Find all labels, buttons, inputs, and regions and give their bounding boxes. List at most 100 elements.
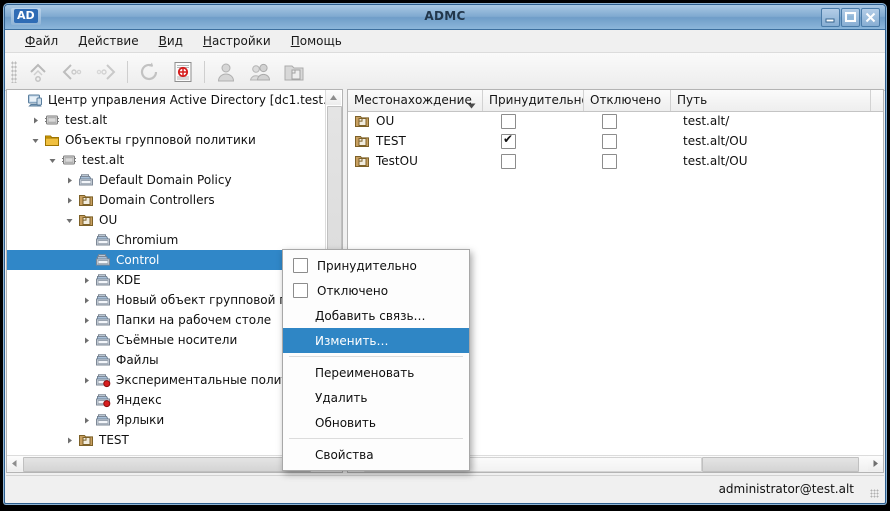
- tree-item-domain-controllers[interactable]: Domain Controllers: [7, 190, 326, 210]
- column-header-location[interactable]: Местонахождение: [348, 90, 483, 111]
- tree-expander-expanded-icon[interactable]: [28, 130, 42, 150]
- tree-expander-collapsed-icon[interactable]: [62, 190, 76, 210]
- context-menu-item-label: Переименовать: [315, 365, 415, 380]
- tree-item-test[interactable]: TEST: [7, 430, 326, 450]
- context-menu-checkbox[interactable]: [293, 283, 308, 298]
- back-arrow-icon[interactable]: [55, 57, 89, 87]
- tree-scroll-up-button[interactable]: [326, 90, 341, 105]
- cell-disabled-checkbox[interactable]: [602, 113, 617, 129]
- context-menu-item-label: Свойства: [315, 447, 374, 462]
- gpo-context-menu[interactable]: Принудительно Отключено Добавить связь… Изм…: [282, 249, 470, 471]
- tree-item-label: Съёмные носители: [116, 333, 238, 347]
- resize-grip[interactable]: [870, 489, 879, 498]
- up-to-parent-icon[interactable]: [21, 57, 55, 87]
- cell-disabled-checkbox[interactable]: [602, 133, 617, 149]
- tree-item-item-2[interactable]: Объекты групповой политики: [7, 130, 326, 150]
- tree-expander-collapsed-icon[interactable]: [28, 110, 42, 130]
- table-row[interactable]: TEST test.alt/OU: [348, 131, 883, 151]
- close-button[interactable]: [861, 8, 880, 27]
- forward-arrow-icon[interactable]: [89, 57, 123, 87]
- tree-item-item-15[interactable]: Яндекс: [7, 390, 326, 410]
- tree-view[interactable]: Центр управления Active Directory [dc1.t…: [7, 90, 326, 456]
- tree-item-item-10[interactable]: Новый объект групповой по: [7, 290, 326, 310]
- context-menu-separator: [289, 438, 463, 439]
- tree-item-default-domain-policy[interactable]: Default Domain Policy: [7, 170, 326, 190]
- tree-item-item-11[interactable]: Папки на рабочем столе: [7, 310, 326, 330]
- column-header-label: Принудительно: [489, 93, 584, 107]
- domain-icon: [42, 110, 62, 130]
- tree-item-kde[interactable]: KDE: [7, 270, 326, 290]
- tree-horizontal-scrollbar[interactable]: [7, 455, 326, 472]
- cell-enforced: [483, 113, 584, 129]
- column-header-enforced[interactable]: Принудительно: [483, 90, 584, 111]
- context-menu-item-переименовать[interactable]: Переименовать: [283, 360, 469, 385]
- tree-expander-collapsed-icon[interactable]: [79, 310, 93, 330]
- minimize-button[interactable]: [821, 8, 840, 27]
- cell-enforced-checkbox[interactable]: [501, 153, 516, 169]
- sort-descending-icon: [467, 98, 476, 111]
- tree-expander-collapsed-icon[interactable]: [62, 430, 76, 450]
- policy-document-icon[interactable]: [166, 57, 200, 87]
- tree-item-item-14[interactable]: Экспериментальные полит: [7, 370, 326, 390]
- tree-item-item-13[interactable]: Файлы: [7, 350, 326, 370]
- ou-icon: [354, 153, 370, 169]
- tree-scroll-left-button[interactable]: [7, 456, 22, 471]
- tree-expander-collapsed-icon[interactable]: [79, 290, 93, 310]
- tree-item-control[interactable]: Control: [7, 250, 326, 270]
- tree-expander-collapsed-icon[interactable]: [79, 270, 93, 290]
- tree-item-item-12[interactable]: Съёмные носители: [7, 330, 326, 350]
- tree-expander-collapsed-icon[interactable]: [79, 330, 93, 350]
- tree-item-item-16[interactable]: Ярлыки: [7, 410, 326, 430]
- status-user-label: administrator@test.alt: [718, 482, 854, 496]
- context-menu-item-отключено[interactable]: Отключено: [283, 278, 469, 303]
- column-header-disabled[interactable]: Отключено: [584, 90, 671, 111]
- context-menu-item-изменить[interactable]: Изменить…: [283, 328, 469, 353]
- tree-item-chromium[interactable]: Chromium: [7, 230, 326, 250]
- table-row[interactable]: TestOU test.alt/OU: [348, 151, 883, 171]
- tree-item-test-alt[interactable]: test.alt: [7, 110, 326, 130]
- tree-expander-expanded-icon[interactable]: [45, 150, 59, 170]
- cell-enforced-checkbox[interactable]: [501, 113, 516, 129]
- menu-help[interactable]: Помощь: [281, 32, 352, 50]
- context-menu-item-добавить-связь[interactable]: Добавить связь…: [283, 303, 469, 328]
- context-menu-checkbox[interactable]: [293, 258, 308, 273]
- menu-view[interactable]: Вид: [149, 32, 193, 50]
- table-scroll-right-button[interactable]: [868, 456, 883, 471]
- gpo-icon: [76, 170, 96, 190]
- refresh-icon[interactable]: [132, 57, 166, 87]
- toolbar-separator-1: [127, 60, 128, 83]
- user-group-icon[interactable]: [243, 57, 277, 87]
- context-menu-item-label: Изменить…: [315, 333, 389, 348]
- tree-expander-collapsed-icon[interactable]: [79, 410, 93, 430]
- menu-file[interactable]: Файл: [15, 32, 68, 50]
- table-hscroll-thumb[interactable]: [702, 457, 859, 472]
- tree-expander-expanded-icon[interactable]: [62, 210, 76, 230]
- context-menu-item-принудительно[interactable]: Принудительно: [283, 253, 469, 278]
- folder-copy-icon[interactable]: [277, 57, 311, 87]
- cell-enforced-checkbox[interactable]: [501, 133, 516, 149]
- computer-icon: [25, 90, 45, 110]
- cell-disabled-checkbox[interactable]: [602, 153, 617, 169]
- tree-item-label: Chromium: [116, 233, 179, 247]
- user-icon[interactable]: [209, 57, 243, 87]
- menu-action[interactable]: Действие: [68, 32, 148, 50]
- context-menu-item-свойства[interactable]: Свойства: [283, 442, 469, 467]
- toolbar-grip[interactable]: [11, 60, 17, 83]
- tree-hscroll-thumb[interactable]: [23, 457, 311, 472]
- title-bar[interactable]: AD ADMC: [5, 5, 885, 30]
- cell-enforced: [483, 153, 584, 169]
- maximize-button[interactable]: [841, 8, 860, 27]
- context-menu-item-обновить[interactable]: Обновить: [283, 410, 469, 435]
- tree-item-test-alt[interactable]: test.alt: [7, 150, 326, 170]
- menu-settings[interactable]: Настройки: [193, 32, 281, 50]
- tree-item-active-directory-dc1-test-alt[interactable]: Центр управления Active Directory [dc1.t…: [7, 90, 326, 110]
- menu-action-mnemonic: Д: [78, 34, 88, 48]
- table-row[interactable]: OU test.alt/: [348, 111, 883, 131]
- gpo-icon: [93, 250, 113, 270]
- tree-expander-collapsed-icon[interactable]: [62, 170, 76, 190]
- tree-item-ou[interactable]: OU: [7, 210, 326, 230]
- gpo-icon: [93, 290, 113, 310]
- context-menu-item-удалить[interactable]: Удалить: [283, 385, 469, 410]
- tree-expander-collapsed-icon[interactable]: [79, 370, 93, 390]
- column-header-path[interactable]: Путь: [671, 90, 871, 111]
